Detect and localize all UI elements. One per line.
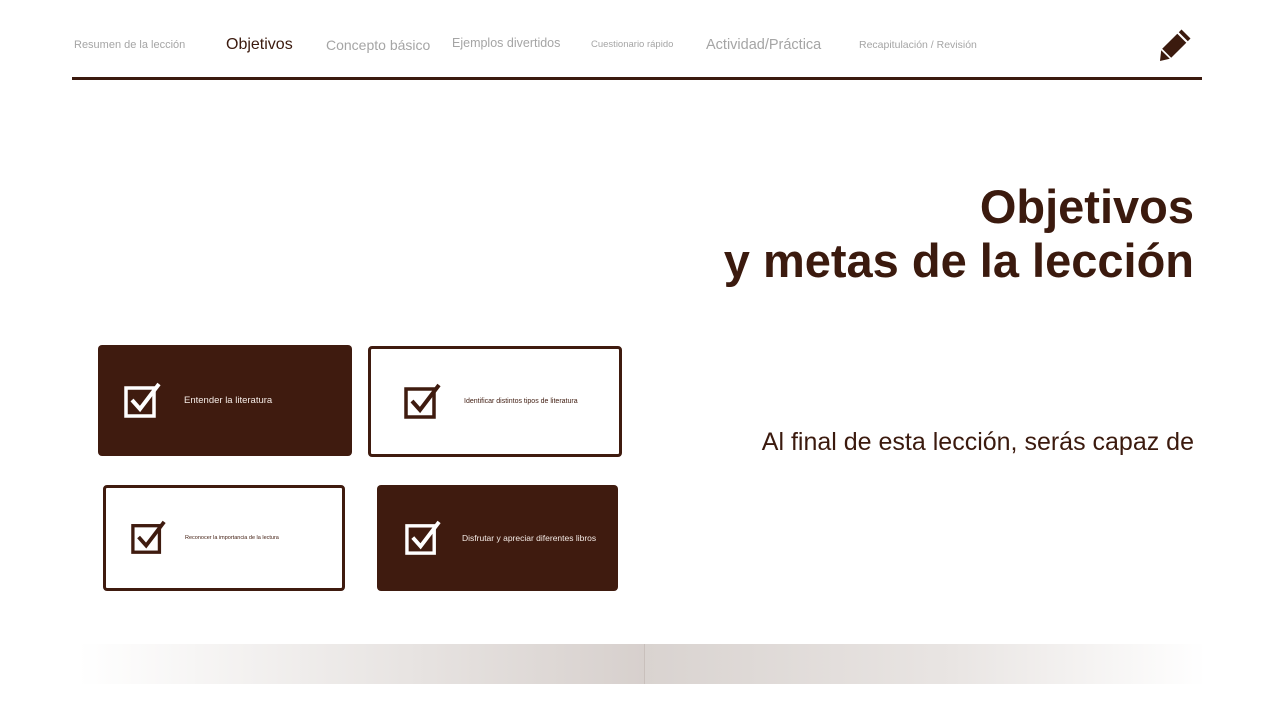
slide: Resumen de la lección Objetivos Concepto…	[0, 0, 1280, 720]
nav-tab-recapitulacion[interactable]: Recapitulación / Revisión	[859, 22, 977, 68]
checkbox-checked-icon	[405, 520, 441, 555]
nav-tab-concepto-basico[interactable]: Concepto básico	[326, 22, 430, 68]
objective-card-3: Reconocer la importancia de la lectura	[103, 485, 345, 591]
footer-band-right	[644, 644, 1206, 684]
objective-label: Disfrutar y apreciar diferentes libros	[462, 533, 597, 543]
top-nav: Resumen de la lección Objetivos Concepto…	[72, 22, 1202, 80]
nav-tab-resumen[interactable]: Resumen de la lección	[74, 22, 185, 68]
footer-band-left	[78, 644, 644, 684]
objective-card-2: Identificar distintos tipos de literatur…	[368, 346, 622, 457]
checkbox-checked-icon	[124, 382, 161, 418]
checkbox-checked-icon	[404, 383, 441, 419]
title-line-2: y metas de la lección	[723, 234, 1194, 287]
objective-label: Identificar distintos tipos de literatur…	[464, 398, 578, 405]
objective-card-1: Entender la literatura	[98, 345, 352, 456]
objective-card-4: Disfrutar y apreciar diferentes libros	[377, 485, 618, 591]
nav-tab-ejemplos[interactable]: Ejemplos divertidos	[452, 20, 560, 66]
subtitle: Al final de esta lección, serás capaz de	[761, 428, 1194, 456]
nav-tab-actividad[interactable]: Actividad/Práctica	[706, 22, 821, 68]
checkbox-checked-icon	[131, 520, 166, 554]
objective-label: Reconocer la importancia de la lectura	[185, 535, 279, 541]
page-title: Objetivos y metas de la lección	[724, 180, 1194, 288]
pencil-icon[interactable]	[1158, 26, 1194, 62]
nav-tab-objetivos[interactable]: Objetivos	[226, 22, 293, 68]
objective-label: Entender la literatura	[184, 395, 273, 406]
title-line-1: Objetivos	[979, 180, 1194, 233]
nav-tab-cuestionario[interactable]: Cuestionario rápido	[591, 22, 673, 68]
